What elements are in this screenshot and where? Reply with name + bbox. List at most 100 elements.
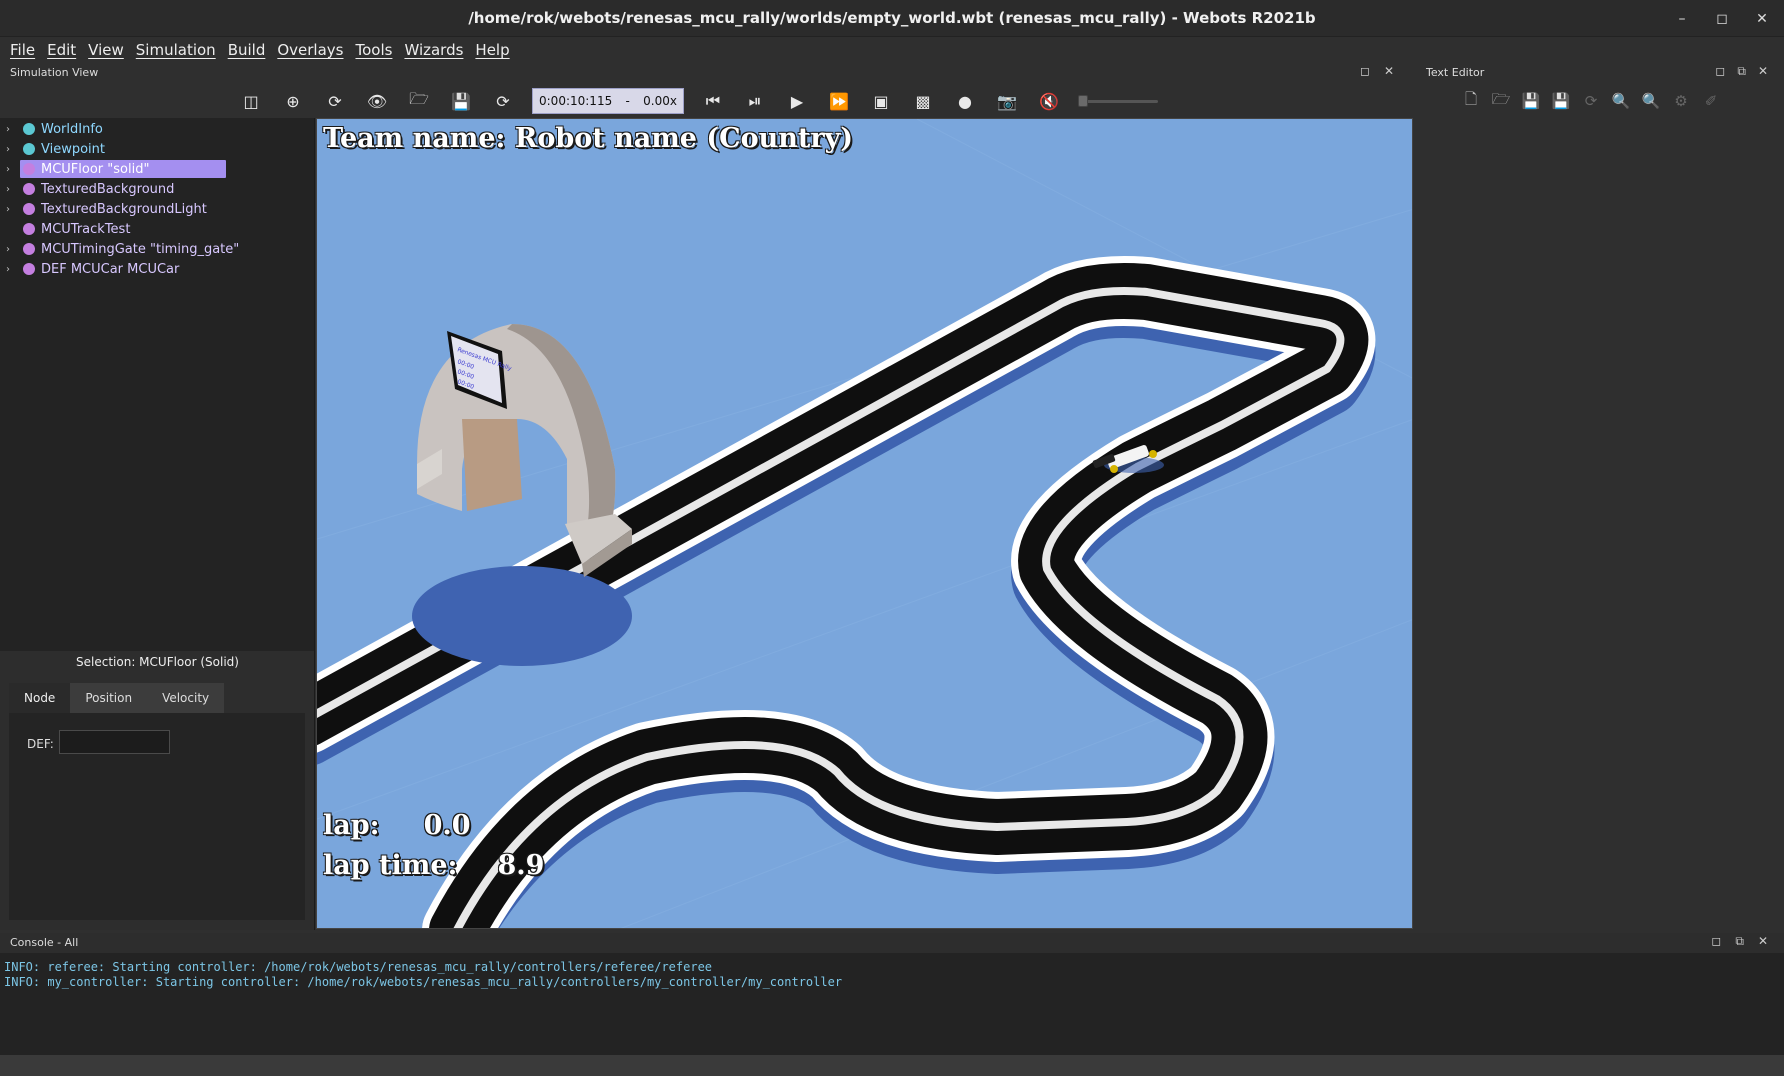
simulation-view-header: Simulation View ◻ ✕ [0, 63, 1410, 82]
expand-arrow-icon[interactable]: › [6, 264, 16, 275]
node-type-icon [23, 203, 35, 215]
restore-viewpoint-icon[interactable]: ⟳ [314, 86, 356, 116]
menu-edit[interactable]: Edit [47, 41, 76, 59]
timing-gate-model: Renesas MCU Rally 00:00 00:00 00:00 [417, 324, 632, 577]
text-editor-area[interactable] [1418, 118, 1784, 929]
node-type-icon [23, 243, 35, 255]
toggle-scene-tree-icon[interactable]: ◫ [230, 86, 272, 116]
menu-tools[interactable]: Tools [355, 41, 392, 59]
scene-tree-item[interactable]: MCUTrackTest [0, 219, 314, 239]
node-type-icon [23, 263, 35, 275]
node-tab-body: DEF: [9, 713, 305, 920]
sound-volume-slider[interactable] [1078, 89, 1158, 113]
simulation-time: 0:00:10:115 [539, 94, 613, 108]
window-title: /home/rok/webots/renesas_mcu_rally/world… [468, 9, 1316, 27]
play-icon[interactable]: ▶ [776, 86, 818, 116]
simulation-time-display: 0:00:10:115 - 0.00x [532, 88, 684, 114]
close-panel-icon[interactable]: ✕ [1758, 64, 1768, 79]
console-header: Console - All ◻ ⧉ ✕ [0, 933, 1784, 953]
replace-icon[interactable]: 🔍 [1640, 88, 1662, 114]
lap-time-overlay: lap time: 8.9 [323, 850, 544, 881]
screenshot-icon[interactable]: 📷 [986, 86, 1028, 116]
webots-window: /home/rok/webots/renesas_mcu_rally/world… [0, 0, 1784, 1076]
mute-sound-icon[interactable]: 🔇 [1028, 86, 1070, 116]
open-file-icon[interactable]: 🗁 [1490, 88, 1512, 114]
scene-tree-item[interactable]: › TexturedBackgroundLight [0, 199, 314, 219]
scene-tree-item-label: DEF MCUCar MCUCar [41, 261, 180, 277]
save-file-icon[interactable]: 💾 [1520, 88, 1542, 114]
lap-time-label: lap time: [323, 850, 458, 881]
3d-scene: Renesas MCU Rally 00:00 00:00 00:00 [317, 119, 1412, 928]
scene-tree-item[interactable]: › Viewpoint [0, 139, 314, 159]
find-icon[interactable]: 🔍 [1610, 88, 1632, 114]
expand-arrow-icon[interactable]: › [6, 124, 16, 135]
save-world-icon[interactable]: 💾 [440, 86, 482, 116]
expand-arrow-icon[interactable]: › [6, 184, 16, 195]
menu-wizards[interactable]: Wizards [404, 41, 463, 59]
maximize-panel-icon[interactable]: ◻ [1711, 934, 1721, 949]
status-bar [0, 1055, 1784, 1076]
expand-arrow-icon[interactable]: › [6, 244, 16, 255]
menu-build[interactable]: Build [228, 41, 266, 59]
selection-title: Selection: MCUFloor (Solid) [76, 655, 239, 669]
open-world-icon[interactable]: 🗁 [398, 86, 440, 116]
scene-tree-item[interactable]: › TexturedBackground [0, 179, 314, 199]
clean-icon[interactable]: ✐ [1700, 88, 1722, 114]
view-eye-icon[interactable]: 👁 [356, 86, 398, 116]
console-output[interactable]: INFO: referee: Starting controller: /hom… [0, 953, 1784, 1055]
float-panel-icon[interactable]: ◻ [1360, 64, 1370, 78]
close-icon[interactable]: ✕ [1752, 11, 1772, 27]
maximize-icon[interactable]: ◻ [1712, 11, 1732, 27]
reload-world-icon[interactable]: ⟳ [482, 86, 524, 116]
step-icon[interactable]: ⏯ [734, 86, 776, 116]
add-node-icon[interactable]: ⊕ [272, 86, 314, 116]
expand-arrow-icon[interactable]: › [6, 144, 16, 155]
scene-tree-item[interactable]: › MCUFloor "solid" [0, 159, 314, 179]
tab-position[interactable]: Position [70, 683, 148, 713]
def-input[interactable] [59, 730, 170, 754]
float-panel-icon[interactable]: ⧉ [1737, 64, 1746, 79]
float-panel-icon[interactable]: ⧉ [1735, 934, 1744, 949]
menu-simulation[interactable]: Simulation [136, 41, 216, 59]
console-line: INFO: referee: Starting controller: /hom… [4, 960, 713, 974]
close-panel-icon[interactable]: ✕ [1758, 934, 1768, 949]
menu-help[interactable]: Help [475, 41, 509, 59]
scene-tree: › WorldInfo › Viewpoint › MCUFloor "solid" › Te… [0, 118, 315, 651]
3d-view[interactable]: Renesas MCU Rally 00:00 00:00 00:00 Team… [316, 118, 1413, 929]
field-editor-panel: Selection: MCUFloor (Solid) Node Positio… [0, 651, 315, 930]
scene-tree-item[interactable]: › MCUTimingGate "timing_gate" [0, 239, 314, 259]
text-editor-header: Text Editor ◻ ⧉ ✕ [1418, 63, 1784, 82]
tab-velocity[interactable]: Velocity [147, 683, 225, 713]
tab-node[interactable]: Node [9, 683, 71, 713]
simulation-view-label: Simulation View [10, 66, 99, 79]
close-panel-icon[interactable]: ✕ [1384, 64, 1394, 78]
lap-overlay: lap: 0.0 [323, 810, 471, 841]
expand-arrow-icon[interactable]: › [6, 204, 16, 215]
new-file-icon[interactable]: 🗋 [1460, 88, 1482, 114]
maximize-panel-icon[interactable]: ◻ [1715, 64, 1725, 79]
window-controls: – ◻ ✕ [1672, 0, 1772, 37]
menu-overlays[interactable]: Overlays [277, 41, 343, 59]
minimize-icon[interactable]: – [1672, 11, 1692, 27]
simulation-toolbar: ◫ ⊕ ⟳ 👁 🗁 💾 ⟳ 0:00:10:115 - 0.00x ⏮ ⏯ ▶ … [230, 86, 1158, 116]
save-as-icon[interactable]: 💾 [1550, 88, 1572, 114]
scene-tree-item-label: MCUFloor "solid" [41, 161, 150, 177]
fast-forward-icon[interactable]: ⏩ [818, 86, 860, 116]
menu-file[interactable]: File [10, 41, 35, 59]
reset-simulation-icon[interactable]: ⏮ [692, 86, 734, 116]
scene-tree-item[interactable]: › DEF MCUCar MCUCar [0, 259, 314, 279]
rendering-toggle-icon[interactable]: ▣ [860, 86, 902, 116]
scene-tree-item-label: WorldInfo [41, 121, 103, 137]
console-line: INFO: my_controller: Starting controller… [4, 975, 843, 989]
record-movie-icon[interactable]: ▩ [902, 86, 944, 116]
field-editor-tabs: Node Position Velocity [9, 683, 225, 713]
build-icon[interactable]: ⚙ [1670, 88, 1692, 114]
expand-arrow-icon[interactable]: › [6, 164, 16, 175]
scene-tree-item[interactable]: › WorldInfo [0, 119, 314, 139]
menu-view[interactable]: View [88, 41, 124, 59]
revert-file-icon[interactable]: ⟳ [1580, 88, 1602, 114]
scene-tree-item-label: MCUTrackTest [41, 221, 131, 237]
scene-tree-item-label: Viewpoint [41, 141, 106, 157]
record-animation-icon[interactable]: ● [944, 86, 986, 116]
node-type-icon [23, 143, 35, 155]
